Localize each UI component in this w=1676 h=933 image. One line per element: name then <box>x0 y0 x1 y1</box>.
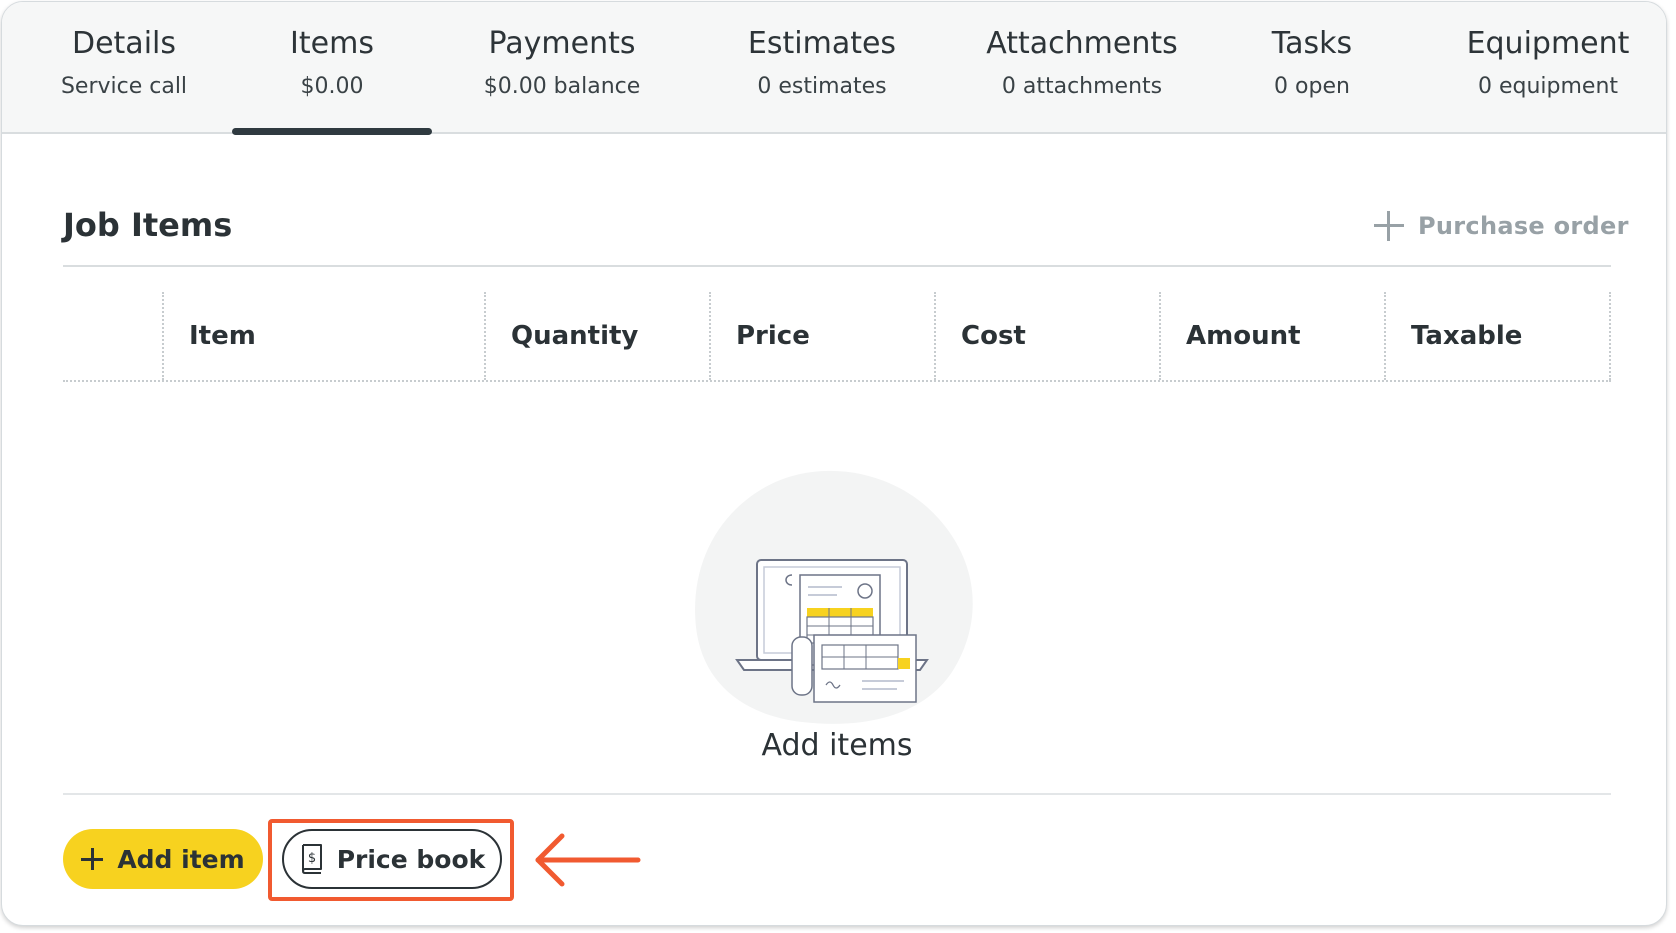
column-header-quantity: Quantity <box>511 321 639 351</box>
purchase-order-button[interactable]: Purchase order <box>1374 208 1629 244</box>
tab-subtitle: $0.00 balance <box>483 74 641 99</box>
items-table-header: Item Quantity Price Cost Amount Taxable <box>63 292 1611 382</box>
tab-title: Details <box>71 26 176 61</box>
active-tab-indicator <box>232 128 432 135</box>
tab-tasks[interactable]: Tasks 0 open <box>1232 2 1392 132</box>
tab-bar: Details Service call Items $0.00 Payment… <box>2 2 1666 135</box>
tab-subtitle: 0 open <box>1274 74 1350 99</box>
tab-title: Tasks <box>1271 26 1353 61</box>
column-header-price: Price <box>736 321 810 351</box>
arrow-left-icon <box>535 833 641 887</box>
plus-icon <box>81 848 104 870</box>
job-items-card: Details Service call Items $0.00 Payment… <box>1 1 1667 926</box>
tab-subtitle: 0 equipment <box>1477 74 1619 99</box>
column-header-item: Item <box>189 321 256 351</box>
column-header-cost: Cost <box>961 321 1026 351</box>
empty-state-label: Add items <box>761 728 913 763</box>
tab-subtitle: $0.00 <box>300 74 364 99</box>
tab-subtitle: 0 estimates <box>757 74 887 99</box>
tab-title: Attachments <box>986 26 1178 61</box>
plus-icon <box>1374 211 1404 241</box>
add-item-label: Add item <box>117 844 245 874</box>
column-separator <box>1609 292 1611 380</box>
price-book-label: Price book <box>336 844 486 874</box>
tab-items[interactable]: Items $0.00 <box>232 2 432 135</box>
column-header-taxable: Taxable <box>1411 321 1523 351</box>
svg-text:$: $ <box>308 851 316 866</box>
purchase-order-label: Purchase order <box>1418 212 1629 240</box>
tab-subtitle: 0 attachments <box>1001 74 1163 99</box>
tab-title: Items <box>290 26 374 61</box>
price-book-button[interactable]: $ Price book <box>282 829 502 889</box>
tab-estimates[interactable]: Estimates 0 estimates <box>722 2 922 132</box>
divider <box>63 265 1611 267</box>
invoice-illustration-icon <box>695 470 973 724</box>
tab-title: Payments <box>488 26 636 61</box>
tab-title: Equipment <box>1466 26 1630 61</box>
tab-attachments[interactable]: Attachments 0 attachments <box>962 2 1202 132</box>
add-item-button[interactable]: Add item <box>63 829 263 889</box>
tab-title: Estimates <box>747 26 897 61</box>
tab-payments[interactable]: Payments $0.00 balance <box>452 2 672 132</box>
section-title: Job Items <box>63 206 233 244</box>
tab-subtitle: Service call <box>60 74 188 99</box>
column-header-amount: Amount <box>1186 321 1301 351</box>
price-book-icon: $ <box>301 844 322 874</box>
tab-details[interactable]: Details Service call <box>22 2 226 132</box>
divider <box>63 793 1611 795</box>
tab-equipment[interactable]: Equipment 0 equipment <box>1438 2 1658 132</box>
